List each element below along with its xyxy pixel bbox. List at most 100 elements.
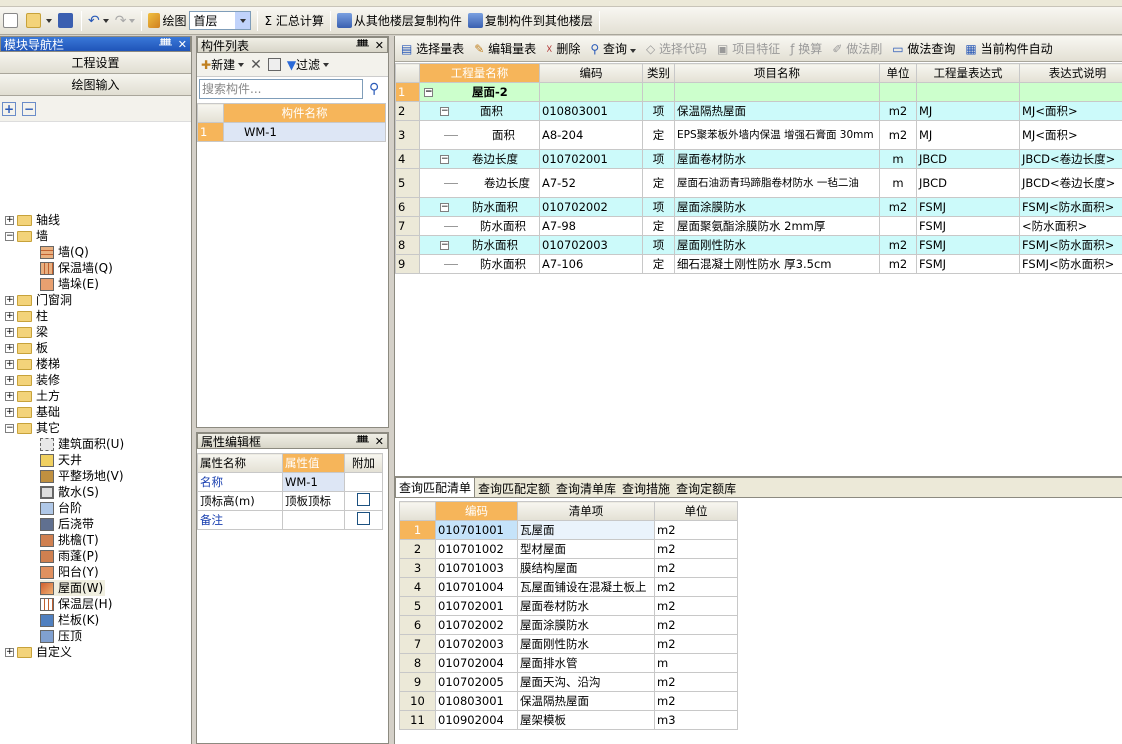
list-item-cell[interactable]: 膜结构屋面 [517, 558, 655, 578]
query-button[interactable]: ⚲ 查询 [590, 40, 636, 57]
table-row[interactable]: 3 010701003 膜结构屋面 m2 [399, 558, 738, 578]
tree-item-steps[interactable]: 台阶 [40, 500, 82, 516]
search-icon[interactable]: ⚲ [369, 81, 379, 97]
tree-item-canopy[interactable]: 雨蓬(P) [40, 548, 99, 564]
tree-node-wall[interactable]: − 墙 [5, 228, 48, 244]
expand-icon[interactable]: + [5, 215, 14, 225]
list-item-cell[interactable]: 型材屋面 [517, 539, 655, 559]
expression-cell[interactable]: JBCD [916, 149, 1020, 169]
col-header-list-item[interactable]: 清单项 [517, 501, 655, 521]
table-row[interactable]: 4 010701004 瓦屋面铺设在混凝土板上 m2 [399, 577, 738, 597]
collapse-icon[interactable]: − [440, 241, 449, 250]
collapse-icon[interactable]: − [440, 107, 449, 116]
table-row[interactable]: 6 − 防水面积 010702002 项 屋面涂膜防水 m2 FSMJ FSMJ<… [395, 197, 1122, 217]
collapse-icon[interactable]: − [5, 423, 14, 433]
item-name-cell[interactable]: 细石混凝土刚性防水 厚3.5cm [674, 254, 880, 274]
col-header-expression-desc[interactable]: 表达式说明 [1019, 63, 1122, 83]
tab-quota-library[interactable]: 查询定额库 [673, 479, 739, 497]
new-component-button[interactable]: ✚ 新建 [201, 56, 245, 73]
tree-node-stairs[interactable]: + 楼梯 [5, 356, 60, 372]
delete-component-button[interactable]: ✕ [250, 57, 262, 73]
table-row[interactable]: 1 WM-1 [197, 122, 386, 142]
code-cell[interactable]: 010702005 [435, 672, 518, 692]
table-row[interactable]: 11 010902004 屋架模板 m3 [399, 710, 738, 730]
draw-button[interactable]: 绘图 [145, 10, 189, 32]
item-name-cell[interactable]: EPS聚苯板外墙内保温 增强石膏面 30mm [674, 120, 880, 150]
code-cell[interactable]: 010803001 [539, 101, 643, 121]
close-icon[interactable]: ✕ [375, 39, 384, 52]
select-list-button[interactable]: ▤ 选择量表 [401, 40, 464, 57]
item-name-cell[interactable]: 屋面卷材防水 [674, 149, 880, 169]
table-row[interactable]: 2 010701002 型材屋面 m2 [399, 539, 738, 559]
table-row[interactable]: 1 010701001 瓦屋面 m2 [399, 520, 738, 540]
pin-icon[interactable]: ᚙ [356, 39, 369, 52]
item-name-cell[interactable]: 屋面石油沥青玛蹄脂卷材防水 一毡二油 [674, 168, 880, 198]
redo-button[interactable]: ↷ [112, 10, 139, 32]
code-cell[interactable]: A7-52 [539, 168, 643, 198]
tree-node-custom[interactable]: + 自定义 [5, 644, 72, 660]
method-query-button[interactable]: ▭ 做法查询 [892, 40, 955, 57]
item-name-cell[interactable]: 屋面涂膜防水 [674, 197, 880, 217]
list-item-cell[interactable]: 屋面卷材防水 [517, 596, 655, 616]
tree-item-wall-pier[interactable]: 墙垛(E) [40, 276, 99, 292]
table-row[interactable]: 6 010702002 屋面涂膜防水 m2 [399, 615, 738, 635]
sum-calc-button[interactable]: Σ 汇总计算 [261, 10, 326, 32]
table-row[interactable]: 5 010702001 屋面卷材防水 m2 [399, 596, 738, 616]
table-row[interactable]: 5 卷边长度 A7-52 定 屋面石油沥青玛蹄脂卷材防水 一毡二油 m JBCD… [395, 168, 1122, 198]
code-cell[interactable]: A8-204 [539, 120, 643, 150]
copy-from-floor-button[interactable]: 从其他楼层复制构件 [334, 10, 465, 32]
tree-node-openings[interactable]: + 门窗洞 [5, 292, 72, 308]
tree-item-apron[interactable]: 散水(S) [40, 484, 99, 500]
table-row[interactable]: 9 010702005 屋面天沟、沿沟 m2 [399, 672, 738, 692]
tree-item-insulation-layer[interactable]: 保温层(H) [40, 596, 112, 612]
col-header-code[interactable]: 编码 [539, 63, 643, 83]
filter-button[interactable]: ▼ 过滤 [287, 56, 330, 73]
property-value-input[interactable] [282, 510, 345, 530]
tree-item-building-area[interactable]: 建筑面积(U) [40, 436, 124, 452]
code-cell[interactable]: 010702002 [435, 615, 518, 635]
copy-to-floor-button[interactable]: 复制构件到其他楼层 [465, 10, 596, 32]
undo-button[interactable]: ↶ [85, 10, 112, 32]
floor-select[interactable]: 首层 [189, 11, 252, 30]
expression-cell[interactable]: MJ [916, 101, 1020, 121]
code-cell[interactable]: 010701004 [435, 577, 518, 597]
item-name-cell[interactable]: 保温隔热屋面 [674, 101, 880, 121]
new-file-button[interactable] [0, 10, 23, 32]
list-item-cell[interactable]: 屋面涂膜防水 [517, 615, 655, 635]
expression-cell[interactable]: JBCD [916, 168, 1020, 198]
collapse-icon[interactable]: − [440, 155, 449, 164]
table-row[interactable]: 2 − 面积 010803001 项 保温隔热屋面 m2 MJ MJ<面积> [395, 101, 1122, 121]
col-header-unit[interactable]: 单位 [654, 501, 738, 521]
list-item-cell[interactable]: 屋面天沟、沿沟 [517, 672, 655, 692]
close-icon[interactable]: ✕ [375, 435, 384, 448]
table-row[interactable]: 1 − 屋面-2 [395, 82, 1122, 102]
open-button[interactable] [23, 10, 55, 32]
list-item-cell[interactable]: 瓦屋面 [517, 520, 655, 540]
expand-icon[interactable]: + [5, 647, 14, 657]
list-item-cell[interactable]: 屋架模板 [517, 710, 655, 730]
tree-item-balcony[interactable]: 阳台(Y) [40, 564, 99, 580]
tree-item-site-leveling[interactable]: 平整场地(V) [40, 468, 124, 484]
pin-icon[interactable]: ᚙ [159, 38, 172, 51]
tree-node-foundation[interactable]: + 基础 [5, 404, 60, 420]
code-cell[interactable]: 010902004 [435, 710, 518, 730]
table-row[interactable]: 10 010803001 保温隔热屋面 m2 [399, 691, 738, 711]
list-item-cell[interactable]: 保温隔热屋面 [517, 691, 655, 711]
list-item-cell[interactable]: 屋面刚性防水 [517, 634, 655, 654]
item-name-cell[interactable]: 屋面刚性防水 [674, 235, 880, 255]
save-button[interactable] [55, 10, 78, 32]
project-settings-button[interactable]: 工程设置 [0, 52, 191, 74]
code-cell[interactable]: 010702001 [435, 596, 518, 616]
code-cell[interactable]: 010702002 [539, 197, 643, 217]
edit-list-button[interactable]: ✎ 编辑量表 [474, 40, 536, 57]
property-value-input[interactable]: 顶板顶标 [282, 491, 345, 511]
expand-icon[interactable]: + [5, 295, 14, 305]
table-row[interactable]: 8 − 防水面积 010702003 项 屋面刚性防水 m2 FSMJ FSMJ<… [395, 235, 1122, 255]
expand-icon[interactable]: + [5, 375, 14, 385]
col-header-expression[interactable]: 工程量表达式 [916, 63, 1020, 83]
copy-component-button[interactable] [267, 58, 281, 71]
extra-checkbox[interactable] [357, 493, 370, 506]
tree-node-other[interactable]: − 其它 [5, 420, 60, 436]
property-value-input[interactable]: WM-1 [282, 472, 345, 492]
code-cell[interactable]: 010701003 [435, 558, 518, 578]
